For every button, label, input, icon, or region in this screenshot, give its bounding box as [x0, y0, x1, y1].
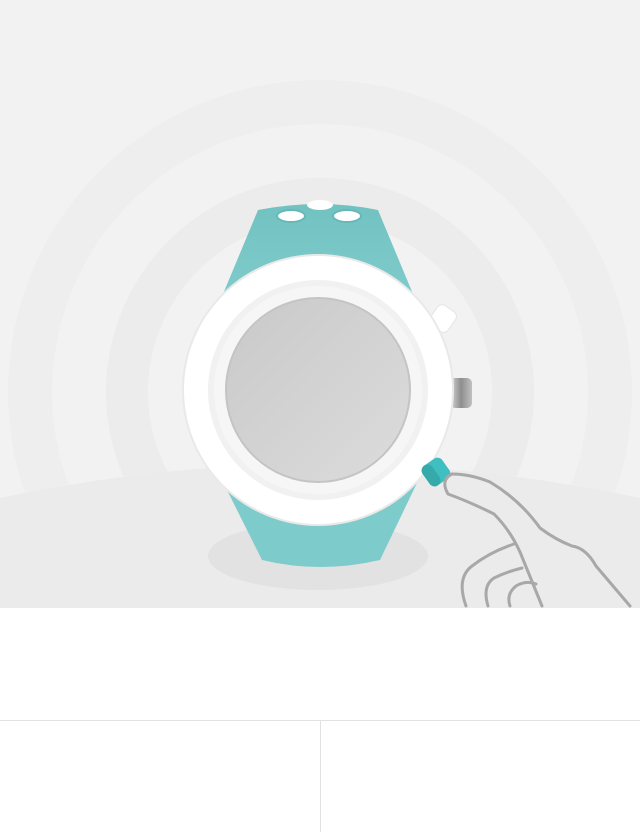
left-action-button[interactable]: [0, 721, 320, 832]
bottom-button-bar: [0, 720, 640, 832]
pairing-guide-screen: [0, 0, 640, 832]
right-action-button[interactable]: [320, 721, 640, 832]
watch-face: [225, 297, 411, 483]
watch-illustration: [0, 0, 640, 608]
instruction-text: [0, 608, 640, 720]
